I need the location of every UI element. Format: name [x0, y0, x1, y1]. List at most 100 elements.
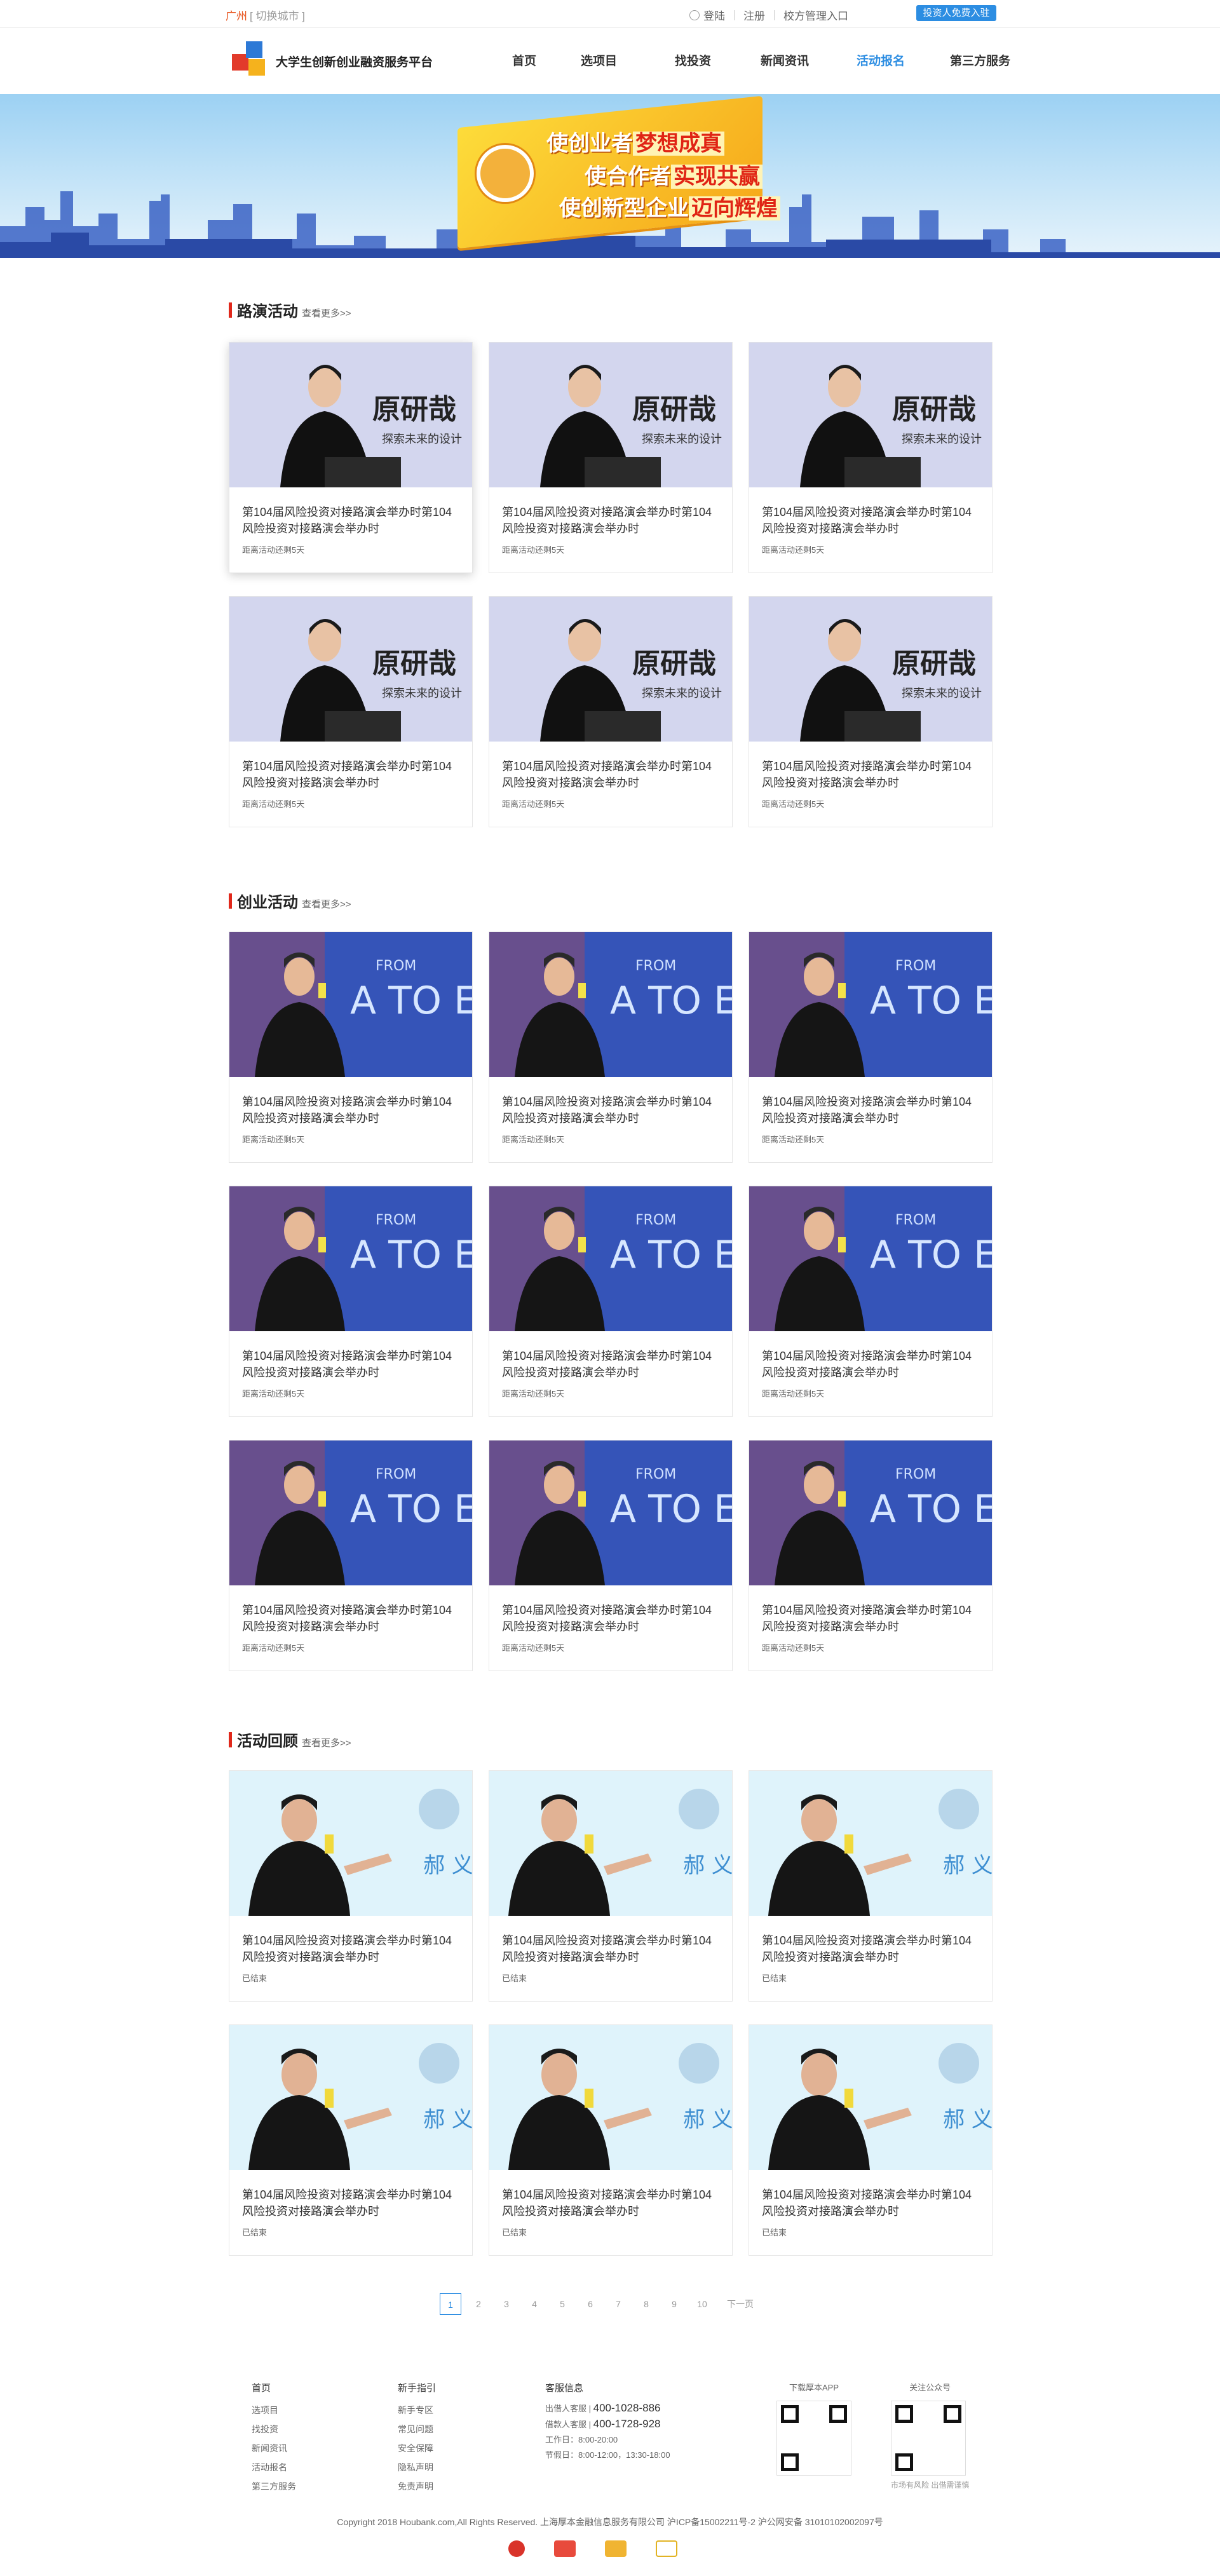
event-photo[interactable]: FROM A TO E — [229, 932, 472, 1077]
event-photo[interactable]: 郝 义 — [749, 1771, 992, 1916]
event-title[interactable]: 第104届风险投资对接路演会举办时第104风险投资对接路演会举办时 — [762, 1602, 980, 1635]
event-photo[interactable]: 郝 义 — [229, 2025, 472, 2170]
event-title[interactable]: 第104届风险投资对接路演会举办时第104风险投资对接路演会举办时 — [502, 758, 721, 791]
footer-link[interactable]: 新手专区 — [398, 2401, 436, 2420]
footer-link[interactable]: 第三方服务 — [252, 2477, 296, 2496]
footer-link[interactable]: 新闻资讯 — [252, 2439, 296, 2458]
event-title[interactable]: 第104届风险投资对接路演会举办时第104风险投资对接路演会举办时 — [242, 1348, 461, 1381]
event-title[interactable]: 第104届风险投资对接路演会举办时第104风险投资对接路演会举办时 — [502, 1094, 721, 1127]
nav-invest[interactable]: 找投资 — [675, 51, 761, 69]
city-selector[interactable]: 广州[ 切换城市 ] — [226, 7, 305, 23]
event-card[interactable]: FROM A TO E 第104届风险投资对接路演会举办时第104风险投资对接路演会… — [749, 1186, 993, 1417]
nav-events[interactable]: 活动报名 — [857, 51, 950, 69]
footer-link[interactable]: 选项目 — [252, 2401, 296, 2420]
event-title[interactable]: 第104届风险投资对接路演会举办时第104风险投资对接路演会举办时 — [762, 2186, 980, 2220]
event-title[interactable]: 第104届风险投资对接路演会举办时第104风险投资对接路演会举办时 — [502, 1602, 721, 1635]
event-card[interactable]: 郝 义第104届风险投资对接路演会举办时第104风险投资对接路演会举办时 已结束 — [229, 2024, 473, 2256]
credit-badge-icon[interactable] — [605, 2540, 627, 2557]
event-photo[interactable]: 原研哉 探索未来的设计 — [749, 342, 992, 487]
event-photo[interactable]: 原研哉 探索未来的设计 — [749, 597, 992, 742]
login-link[interactable]: 登陆 — [703, 7, 725, 23]
event-card[interactable]: 原研哉 探索未来的设计 第104届风险投资对接路演会举办时第104风险投资对接路演会… — [489, 342, 733, 573]
event-card[interactable]: 原研哉 探索未来的设计第104届风险投资对接路演会举办时第104风险投资对接路演会… — [229, 596, 473, 827]
event-card[interactable]: FROM A TO E 第104届风险投资对接路演会举办时第104风险投资对接路演会… — [229, 932, 473, 1163]
event-photo[interactable]: 郝 义 — [489, 1771, 732, 1916]
page-button[interactable]: 5 — [552, 2293, 573, 2315]
admin-link[interactable]: 校方管理入口 — [783, 7, 848, 23]
investor-join-button[interactable]: 投资人免费入驻 — [916, 5, 996, 21]
event-card[interactable]: 原研哉 探索未来的设计第104届风险投资对接路演会举办时第104风险投资对接路演会… — [749, 342, 993, 573]
page-button[interactable]: 4 — [524, 2293, 545, 2315]
event-card[interactable]: FROM A TO E 第104届风险投资对接路演会举办时第104风险投资对接路演会… — [749, 1440, 993, 1671]
event-card[interactable]: FROM A TO E 第104届风险投资对接路演会举办时第104风险投资对接路演会… — [229, 1440, 473, 1671]
event-photo[interactable]: FROM A TO E — [489, 1186, 732, 1331]
nav-home[interactable]: 首页 — [512, 51, 581, 69]
footer-link[interactable]: 安全保障 — [398, 2439, 436, 2458]
page-button[interactable]: 2 — [468, 2293, 489, 2315]
view-more-link[interactable]: 查看更多>> — [302, 1736, 351, 1749]
event-card[interactable]: 郝 义第104届风险投资对接路演会举办时第104风险投资对接路演会举办时 已结束 — [749, 2024, 993, 2256]
footer-link[interactable]: 隐私声明 — [398, 2458, 436, 2477]
event-card[interactable]: FROM A TO E 第104届风险投资对接路演会举办时第104风险投资对接路演会… — [489, 1186, 733, 1417]
nav-projects[interactable]: 选项目 — [581, 51, 675, 69]
event-card[interactable]: 郝 义第104届风险投资对接路演会举办时第104风险投资对接路演会举办时 已结束 — [489, 2024, 733, 2256]
footer-link[interactable]: 常见问题 — [398, 2420, 436, 2439]
site-logo[interactable] — [232, 41, 270, 79]
event-photo[interactable]: FROM A TO E — [229, 1186, 472, 1331]
event-card[interactable]: 原研哉 探索未来的设计第104届风险投资对接路演会举办时第104风险投资对接路演会… — [489, 596, 733, 827]
event-photo[interactable]: 原研哉 探索未来的设计 — [229, 597, 472, 742]
event-title[interactable]: 第104届风险投资对接路演会举办时第104风险投资对接路演会举办时 — [762, 1932, 980, 1965]
event-title[interactable]: 第104届风险投资对接路演会举办时第104风险投资对接路演会举办时 — [762, 1094, 980, 1127]
event-photo[interactable]: 郝 义 — [749, 2025, 992, 2170]
event-photo[interactable]: 郝 义 — [229, 1771, 472, 1916]
event-title[interactable]: 第104届风险投资对接路演会举办时第104风险投资对接路演会举办时 — [762, 1348, 980, 1381]
event-title[interactable]: 第104届风险投资对接路演会举办时第104风险投资对接路演会举办时 — [242, 2186, 461, 2220]
event-photo[interactable]: 郝 义 — [489, 2025, 732, 2170]
event-card[interactable]: FROM A TO E 第104届风险投资对接路演会举办时第104风险投资对接路演会… — [489, 1440, 733, 1671]
event-card[interactable]: FROM A TO E 第104届风险投资对接路演会举办时第104风险投资对接路演会… — [749, 932, 993, 1163]
event-photo[interactable]: FROM A TO E — [749, 932, 992, 1077]
page-button[interactable]: 8 — [635, 2293, 657, 2315]
event-photo[interactable]: 原研哉 探索未来的设计 — [229, 342, 472, 487]
next-page-button[interactable]: 下一页 — [719, 2293, 761, 2315]
event-photo[interactable]: 原研哉 探索未来的设计 — [489, 597, 732, 742]
event-title[interactable]: 第104届风险投资对接路演会举办时第104风险投资对接路演会举办时 — [762, 504, 980, 537]
nav-news[interactable]: 新闻资讯 — [761, 51, 857, 69]
event-title[interactable]: 第104届风险投资对接路演会举办时第104风险投资对接路演会举办时 — [242, 504, 461, 537]
event-card[interactable]: 原研哉 探索未来的设计第104届风险投资对接路演会举办时第104风险投资对接路演会… — [749, 596, 993, 827]
page-button[interactable]: 7 — [607, 2293, 629, 2315]
event-title[interactable]: 第104届风险投资对接路演会举办时第104风险投资对接路演会举办时 — [242, 758, 461, 791]
event-card[interactable]: FROM A TO E 第104届风险投资对接路演会举办时第104风险投资对接路演会… — [229, 1186, 473, 1417]
footer-link[interactable]: 找投资 — [252, 2420, 296, 2439]
event-photo[interactable]: FROM A TO E — [749, 1441, 992, 1585]
view-more-link[interactable]: 查看更多>> — [302, 897, 351, 911]
event-title[interactable]: 第104届风险投资对接路演会举办时第104风险投资对接路演会举办时 — [502, 504, 721, 537]
footer-link[interactable]: 免责声明 — [398, 2477, 436, 2496]
event-title[interactable]: 第104届风险投资对接路演会举办时第104风险投资对接路演会举办时 — [242, 1932, 461, 1965]
page-button[interactable]: 1 — [440, 2293, 461, 2315]
footer-link[interactable]: 活动报名 — [252, 2458, 296, 2477]
norton-badge-icon[interactable] — [656, 2540, 677, 2557]
event-title[interactable]: 第104届风险投资对接路演会举办时第104风险投资对接路演会举办时 — [502, 2186, 721, 2220]
current-city[interactable]: 广州 — [226, 10, 247, 22]
event-title[interactable]: 第104届风险投资对接路演会举办时第104风险投资对接路演会举办时 — [242, 1602, 461, 1635]
event-photo[interactable]: FROM A TO E — [489, 932, 732, 1077]
page-button[interactable]: 6 — [580, 2293, 601, 2315]
register-link[interactable]: 注册 — [743, 7, 765, 23]
event-card[interactable]: 郝 义第104届风险投资对接路演会举办时第104风险投资对接路演会举办时 已结束 — [489, 1770, 733, 2002]
nav-services[interactable]: 第三方服务 — [950, 51, 1026, 69]
event-card[interactable]: 郝 义第104届风险投资对接路演会举办时第104风险投资对接路演会举办时 已结束 — [749, 1770, 993, 2002]
view-more-link[interactable]: 查看更多>> — [302, 306, 351, 320]
trust-badge-icon[interactable] — [554, 2540, 576, 2557]
event-photo[interactable]: FROM A TO E — [229, 1441, 472, 1585]
event-card[interactable]: 原研哉 探索未来的设计第104届风险投资对接路演会举办时第104风险投资对接路演会… — [229, 342, 473, 573]
event-title[interactable]: 第104届风险投资对接路演会举办时第104风险投资对接路演会举办时 — [502, 1348, 721, 1381]
event-photo[interactable]: FROM A TO E — [489, 1441, 732, 1585]
police-badge-icon[interactable] — [508, 2540, 525, 2557]
footer-heading-home[interactable]: 首页 — [252, 2381, 296, 2394]
event-title[interactable]: 第104届风险投资对接路演会举办时第104风险投资对接路演会举办时 — [762, 758, 980, 791]
page-button[interactable]: 3 — [496, 2293, 517, 2315]
page-button[interactable]: 10 — [691, 2293, 713, 2315]
event-title[interactable]: 第104届风险投资对接路演会举办时第104风险投资对接路演会举办时 — [502, 1932, 721, 1965]
event-card[interactable]: FROM A TO E 第104届风险投资对接路演会举办时第104风险投资对接路演会… — [489, 932, 733, 1163]
